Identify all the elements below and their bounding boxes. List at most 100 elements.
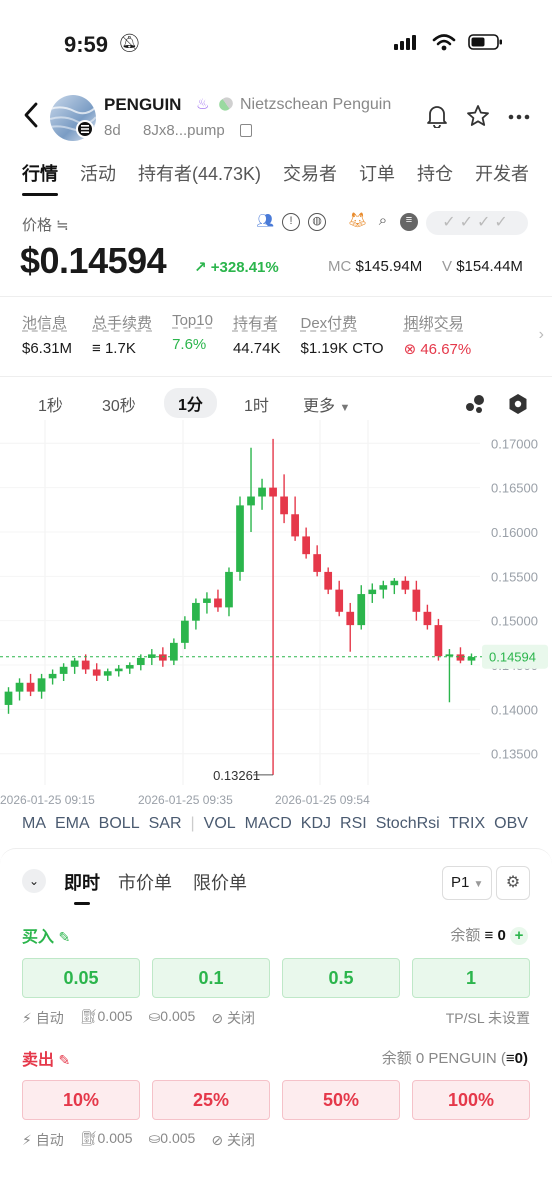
- indicator-vol[interactable]: VOL: [204, 815, 236, 833]
- metamask-icon[interactable]: 🦊︎: [348, 213, 367, 231]
- search-icon[interactable]: ⌕: [374, 213, 392, 231]
- copy-icon[interactable]: [240, 124, 252, 137]
- timeframe-1m[interactable]: 1分: [164, 388, 217, 418]
- candle-body: [181, 620, 189, 643]
- price-label[interactable]: 价格 ≒: [22, 214, 69, 235]
- stat-value: $6.31M: [22, 340, 73, 357]
- timeframe-more[interactable]: 更多 ▼: [303, 392, 350, 416]
- sell-percent-button[interactable]: 25%: [152, 1080, 270, 1120]
- caret-down-icon: ▼: [339, 402, 351, 414]
- chevron-right-icon[interactable]: ›: [539, 326, 544, 344]
- priority-fee: ⛽︎0.005: [80, 1130, 133, 1150]
- buy-amount-button[interactable]: 0.1: [152, 958, 270, 998]
- timeframe-1h[interactable]: 1时: [244, 392, 269, 416]
- sell-amounts: 10% 25% 50% 100%: [22, 1080, 530, 1120]
- bribe-fee-value: 0.005: [160, 1008, 196, 1024]
- stat-top10[interactable]: Top10 7.6%: [172, 312, 213, 358]
- candle-body: [4, 691, 13, 705]
- tab-activity[interactable]: 活动: [80, 160, 116, 196]
- chart-settings-icon[interactable]: [508, 393, 528, 415]
- candle-body: [225, 571, 233, 608]
- stat-value: 7.6%: [172, 336, 207, 353]
- order-tab-limit[interactable]: 限价单: [193, 869, 247, 895]
- candle-body: [346, 611, 355, 626]
- timeframe-30s[interactable]: 30秒: [102, 392, 136, 416]
- star-icon[interactable]: [466, 104, 490, 128]
- tab-developer[interactable]: 开发者: [475, 160, 529, 196]
- indicator-trix[interactable]: TRIX: [449, 815, 485, 833]
- stat-pool-info[interactable]: 池信息 $6.31M: [22, 312, 72, 358]
- indicator-stochrsi[interactable]: StochRsi: [376, 815, 440, 833]
- bell-icon[interactable]: [426, 104, 448, 128]
- slippage-value: 自动: [35, 1010, 64, 1026]
- candle-body: [379, 585, 388, 590]
- buy-amount-button[interactable]: 0.05: [22, 958, 140, 998]
- buy-amount-button[interactable]: 0.5: [282, 958, 400, 998]
- buy-amount-button[interactable]: 1: [412, 958, 530, 998]
- battery-icon: [468, 34, 502, 50]
- candle-body: [170, 642, 178, 661]
- flame-icon: ♨: [196, 96, 210, 113]
- indicator-rsi[interactable]: RSI: [340, 815, 367, 833]
- bribe-fee: ⛀0.005: [149, 1130, 196, 1150]
- candlestick-chart[interactable]: 0.17000 0.16500 0.16000 0.15500 0.15000 0.145…: [0, 420, 552, 810]
- pill-icon: [216, 95, 236, 113]
- indicator-kdj[interactable]: KDJ: [301, 815, 331, 833]
- more-icon[interactable]: [508, 114, 530, 120]
- wifi-icon: [432, 34, 456, 51]
- indicator-boll[interactable]: BOLL: [99, 815, 140, 833]
- tab-holders[interactable]: 持有者(44.73K): [138, 160, 261, 196]
- order-tab-market[interactable]: 市价单: [118, 869, 172, 895]
- candle-body: [335, 589, 344, 612]
- add-funds-icon[interactable]: +: [510, 927, 528, 945]
- order-settings-icon[interactable]: ⚙︎: [496, 866, 530, 900]
- sell-settings[interactable]: ⚡︎ 自动 ⛽︎0.005 ⛀0.005 ⊘ 关闭: [22, 1130, 255, 1150]
- slippage-setting: ⚡︎ 自动: [22, 1130, 64, 1150]
- token-address[interactable]: 8Jx8...pump: [143, 122, 225, 139]
- candle-body: [434, 625, 443, 657]
- edit-icon[interactable]: ✎: [58, 1052, 70, 1068]
- edit-icon[interactable]: ✎: [58, 929, 70, 945]
- candle-body: [291, 514, 299, 537]
- tab-orders[interactable]: 订单: [359, 160, 395, 196]
- stat-holders[interactable]: 持有者 44.74K: [233, 312, 281, 358]
- indicator-obv[interactable]: OBV: [494, 815, 528, 833]
- timeframe-1s[interactable]: 1秒: [38, 392, 63, 416]
- indicator-ma[interactable]: MA: [22, 815, 46, 833]
- volume: V $154.44M: [442, 258, 523, 275]
- candle-body: [147, 654, 156, 658]
- list-icon[interactable]: ≡: [400, 213, 418, 231]
- buy-settings[interactable]: ⚡︎ 自动 ⛽︎0.005 ⛀0.005 ⊘ 关闭: [22, 1008, 255, 1028]
- indicator-ema[interactable]: EMA: [55, 815, 90, 833]
- back-button[interactable]: [20, 100, 44, 130]
- price-chart[interactable]: 0.17000 0.16500 0.16000 0.15500 0.15000 0.145…: [0, 420, 552, 810]
- tab-traders[interactable]: 交易者: [283, 160, 337, 196]
- mev-setting: ⊘ 关闭: [211, 1008, 255, 1028]
- indicator-sar[interactable]: SAR: [149, 815, 182, 833]
- tpsl-setting[interactable]: TP/SL 未设置: [446, 1008, 530, 1028]
- security-checks[interactable]: ✓✓✓✓: [426, 211, 528, 235]
- stat-dex-paid[interactable]: Dex付费 $1.19K CTO: [300, 312, 383, 358]
- order-tab-instant[interactable]: 即时: [64, 869, 100, 905]
- stat-total-fees[interactable]: 总手续费 ≡ 1.7K: [92, 312, 152, 358]
- candle-body: [313, 554, 322, 572]
- collapse-chevron-icon[interactable]: ⌄: [22, 869, 46, 893]
- drawing-tools-icon[interactable]: [464, 394, 486, 414]
- tab-market[interactable]: 行情: [22, 160, 58, 196]
- sell-percent-button[interactable]: 10%: [22, 1080, 140, 1120]
- candle-body: [136, 657, 145, 666]
- stat-label: 池信息: [22, 315, 68, 332]
- candle-body: [324, 571, 333, 590]
- current-price-label: 0.14594: [489, 650, 536, 665]
- tip-icon: ⛀: [148, 1008, 161, 1024]
- info-icon[interactable]: !: [282, 213, 300, 231]
- stat-value: 44.74K: [232, 340, 281, 357]
- preset-selector[interactable]: P1 ▼: [442, 866, 492, 900]
- sell-percent-button[interactable]: 50%: [282, 1080, 400, 1120]
- globe-icon[interactable]: ◍: [308, 213, 326, 231]
- stat-bundled[interactable]: 捆绑交易 ⊗ 46.67%: [404, 312, 472, 358]
- people-icon[interactable]: 👥︎: [256, 213, 274, 231]
- indicator-macd[interactable]: MACD: [245, 815, 292, 833]
- sell-percent-button[interactable]: 100%: [412, 1080, 530, 1120]
- tab-positions[interactable]: 持仓: [417, 160, 453, 196]
